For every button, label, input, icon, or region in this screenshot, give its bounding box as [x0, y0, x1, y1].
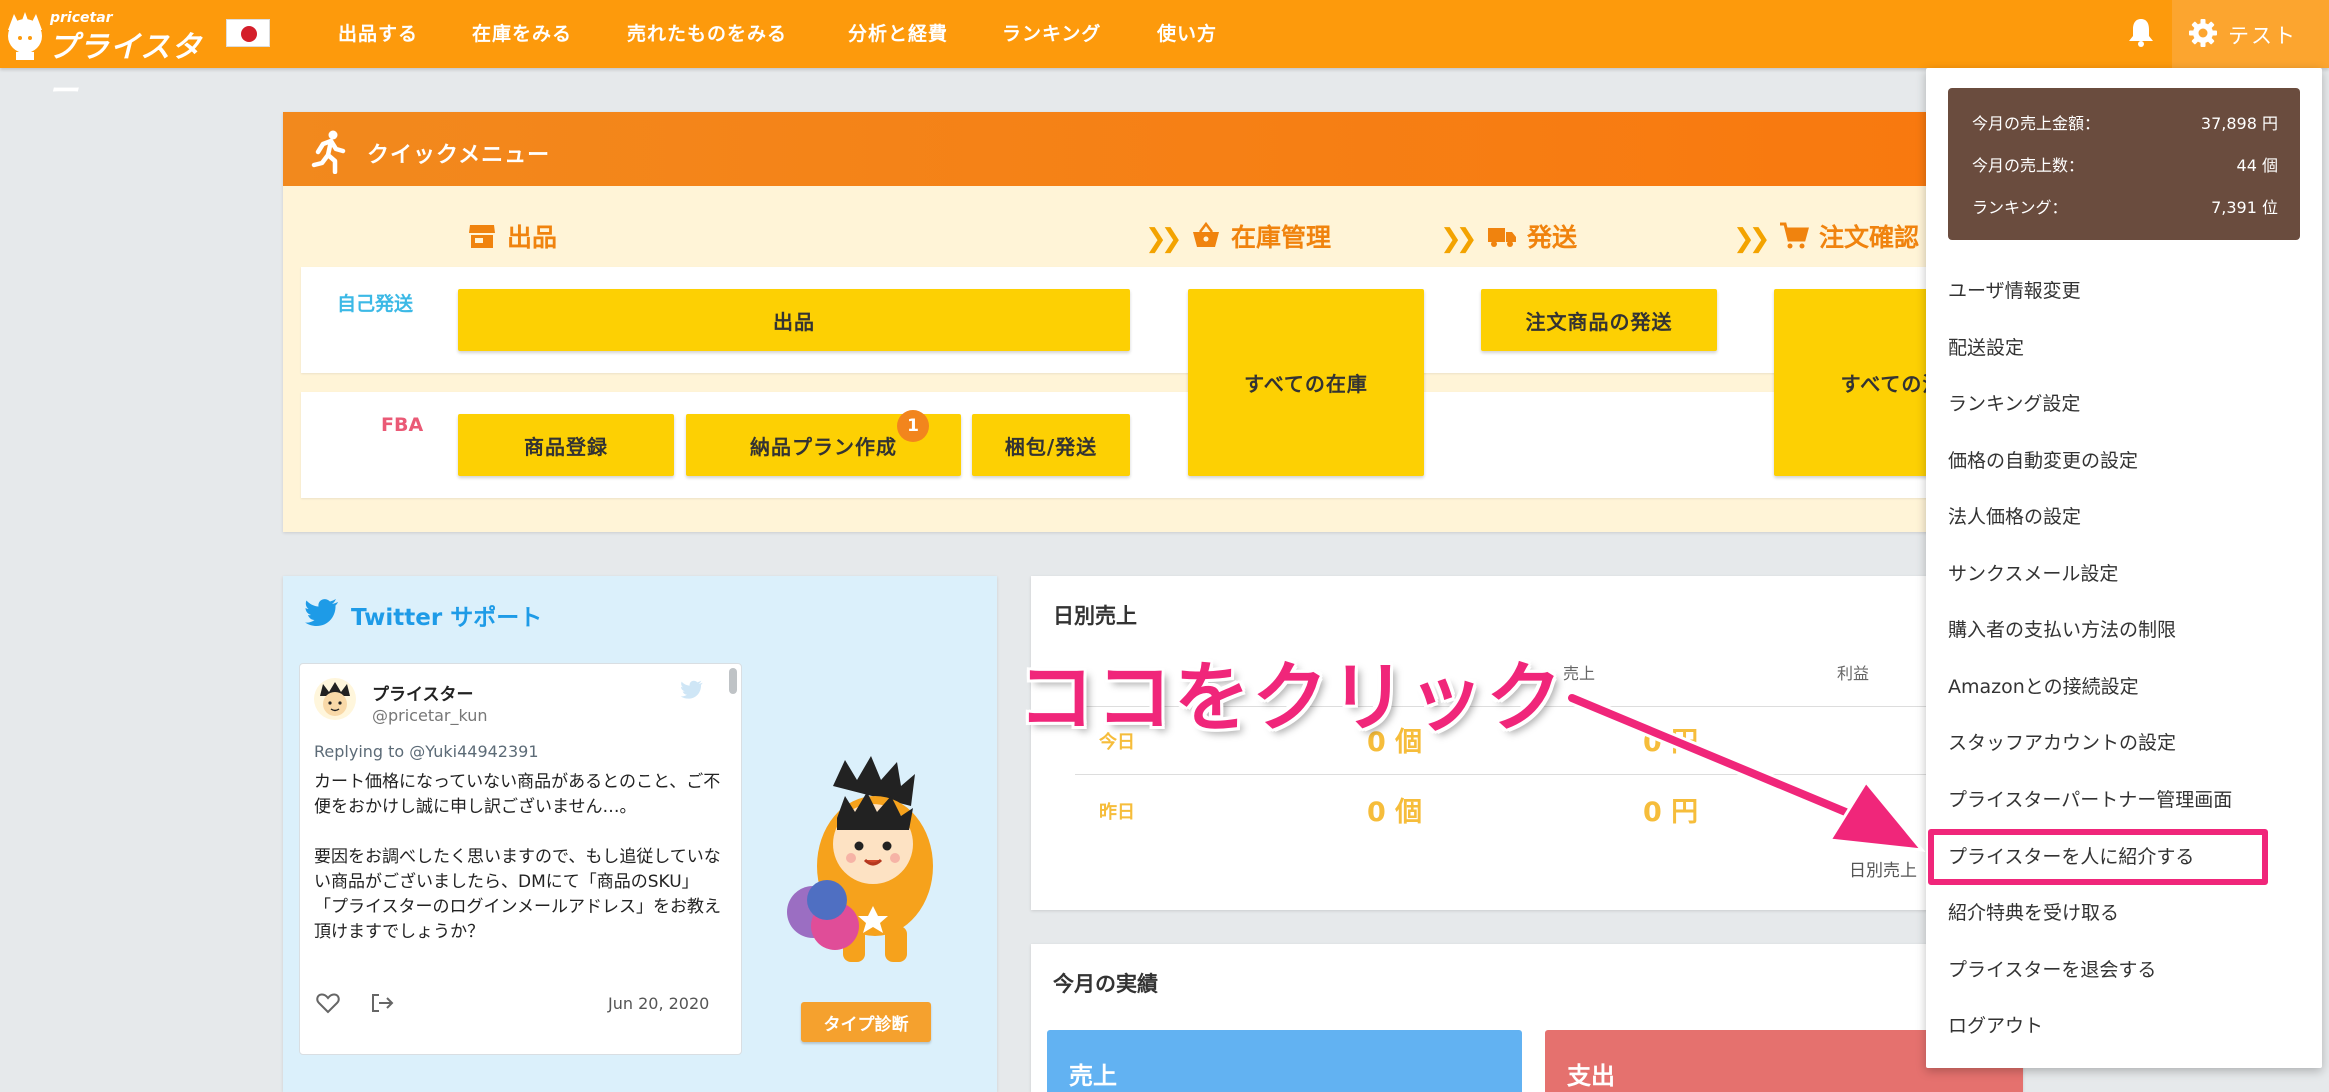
mascot-avatar-icon: [320, 682, 350, 716]
stat-label: 今月の売上数：: [1972, 156, 2085, 175]
fba-label: FBA: [381, 414, 424, 436]
menu-item-staff-account[interactable]: スタッフアカウントの設定: [1948, 728, 2176, 755]
twitter-support-title: Twitter サポート: [351, 605, 543, 631]
store-icon: [469, 225, 495, 248]
listing-button[interactable]: 出品: [458, 289, 1130, 351]
menu-item-shipping-settings[interactable]: 配送設定: [1948, 333, 2024, 360]
tweet-author-handle[interactable]: @pricetar_kun: [372, 706, 488, 725]
avatar[interactable]: [314, 678, 356, 720]
quick-menu-header: クイックメニュー: [283, 112, 2023, 186]
yesterday-count: 0 個: [1367, 797, 1423, 828]
tweet-embed[interactable]: プライスター @pricetar_kun Replying to @Yuki44…: [299, 663, 742, 1055]
tweet-reply-to[interactable]: Replying to @Yuki44942391: [314, 742, 539, 761]
quick-menu-card: クイックメニュー 出品 ❯❯ 在庫管理 ❯❯ 発送 ❯❯ 注文確認 自己発送 F…: [283, 112, 2023, 532]
row-label-yesterday: 昨日: [1099, 802, 1135, 823]
monthly-results-title: 今月の実績: [1053, 972, 1158, 996]
stat-label: 今月の売上金額：: [1972, 114, 2101, 133]
section-orders: 注文確認: [1779, 216, 1919, 256]
menu-item-auto-price-settings[interactable]: 価格の自動変更の設定: [1948, 446, 2138, 473]
menu-item-referral-reward[interactable]: 紹介特典を受け取る: [1948, 898, 2119, 925]
sales-column-header: 売上: [1563, 664, 1596, 683]
nav-listing[interactable]: 出品する: [338, 19, 418, 46]
pricetar-logo[interactable]: pricetar プライスター: [4, 8, 214, 109]
monthly-sales-label: 売上: [1069, 1062, 1117, 1090]
twitter-support-card: Twitter サポート プライスター @pricetar_kun Replyi…: [283, 576, 997, 1092]
logo-text: プライスター: [48, 30, 203, 109]
self-ship-label: 自己発送: [337, 293, 414, 315]
product-register-button[interactable]: 商品登録: [458, 414, 674, 476]
pack-ship-button[interactable]: 梱包/発送: [972, 414, 1130, 476]
user-dropdown-menu: 今月の売上金額： 37,898 円 今月の売上数： 44 個 ランキング： 7,…: [1926, 68, 2322, 1068]
profit-column-header: 利益: [1837, 664, 1870, 683]
tweet-author-name[interactable]: プライスター: [372, 680, 474, 705]
highlight-box: [1928, 829, 2268, 885]
stat-label: ランキング：: [1972, 198, 2068, 217]
annotation-arrow-icon: [1565, 691, 1926, 852]
truck-icon: [1488, 228, 1516, 247]
nav-sold-items[interactable]: 売れたものをみる: [627, 19, 787, 46]
chevron-right-icon: ❯❯: [1733, 224, 1770, 254]
twitter-bird-icon: [305, 599, 338, 626]
all-inventory-button[interactable]: すべての在庫: [1188, 289, 1424, 476]
menu-item-unsubscribe[interactable]: プライスターを退会する: [1948, 955, 2156, 982]
nav-analysis[interactable]: 分析と経費: [848, 19, 948, 46]
section-inventory-label: 在庫管理: [1231, 223, 1332, 252]
basket-icon: [1193, 221, 1219, 247]
menu-item-amazon-connection[interactable]: Amazonとの接続設定: [1948, 672, 2139, 699]
menu-item-partner-admin[interactable]: プライスターパートナー管理画面: [1948, 785, 2232, 812]
user-name: テスト: [2228, 24, 2297, 48]
user-menu-button[interactable]: テスト: [2172, 0, 2329, 68]
menu-item-thanks-mail[interactable]: サンクスメール設定: [1948, 559, 2118, 586]
menu-item-user-info[interactable]: ユーザ情報変更: [1948, 276, 2081, 303]
monthly-results-card: 今月の実績 売上 支出: [1031, 944, 2023, 1092]
runner-icon: [311, 130, 346, 174]
mascot-illustration: [787, 756, 933, 962]
share-icon[interactable]: [370, 992, 394, 1014]
type-diagnosis-button[interactable]: タイプ診断: [801, 1002, 931, 1042]
cart-icon: [1780, 222, 1809, 249]
chevron-right-icon: ❯❯: [1145, 224, 1182, 254]
gear-icon: [2189, 19, 2217, 47]
daily-sales-title: 日別売上: [1053, 604, 1137, 628]
section-listing-label: 出品: [507, 223, 558, 252]
tweet-date[interactable]: Jun 20, 2020: [608, 994, 709, 1013]
japan-flag-icon[interactable]: [226, 19, 270, 47]
menu-item-corporate-price[interactable]: 法人価格の設定: [1948, 502, 2081, 529]
top-bar: pricetar プライスター 出品する 在庫をみる 売れたものをみる 分析と経…: [0, 0, 2329, 109]
stat-value: 7,391 位: [2211, 198, 2278, 217]
nav-how-to[interactable]: 使い方: [1157, 19, 1217, 46]
section-shipping: 発送: [1487, 216, 1577, 256]
menu-item-payment-restriction[interactable]: 購入者の支払い方法の制限: [1948, 615, 2176, 642]
ship-orders-button[interactable]: 注文商品の発送: [1481, 289, 1717, 351]
section-shipping-label: 発送: [1527, 223, 1578, 252]
mascot-logo-icon: [8, 12, 42, 60]
twitter-bird-icon[interactable]: [680, 680, 704, 700]
nav-inventory[interactable]: 在庫をみる: [472, 19, 572, 46]
quick-menu-title: クイックメニュー: [367, 143, 551, 168]
chevron-right-icon: ❯❯: [1440, 224, 1477, 254]
plan-notification-badge: 1: [897, 410, 929, 442]
nav-ranking[interactable]: ランキング: [1002, 19, 1101, 46]
section-orders-label: 注文確認: [1819, 223, 1920, 252]
menu-item-ranking-settings[interactable]: ランキング設定: [1948, 389, 2080, 416]
stat-value: 44 個: [2236, 156, 2278, 175]
monthly-expense-label: 支出: [1567, 1062, 1615, 1090]
heart-icon[interactable]: [316, 992, 340, 1014]
section-listing: 出品: [467, 216, 557, 256]
sales-stats-panel: 今月の売上金額： 37,898 円 今月の売上数： 44 個 ランキング： 7,…: [1948, 88, 2300, 240]
click-here-callout: ココをクリック: [1018, 653, 1564, 742]
section-inventory: 在庫管理: [1191, 216, 1331, 256]
monthly-sales-panel[interactable]: 売上: [1047, 1030, 1522, 1092]
tweet-text: カート価格になっていない商品があるとのこと、ご不便をおかけし誠に申し訳ございませ…: [314, 772, 721, 942]
stat-value: 37,898 円: [2200, 114, 2278, 133]
tweet-scrollbar[interactable]: [729, 668, 737, 694]
bell-icon[interactable]: [2126, 16, 2156, 48]
menu-item-logout[interactable]: ログアウト: [1948, 1011, 2043, 1038]
